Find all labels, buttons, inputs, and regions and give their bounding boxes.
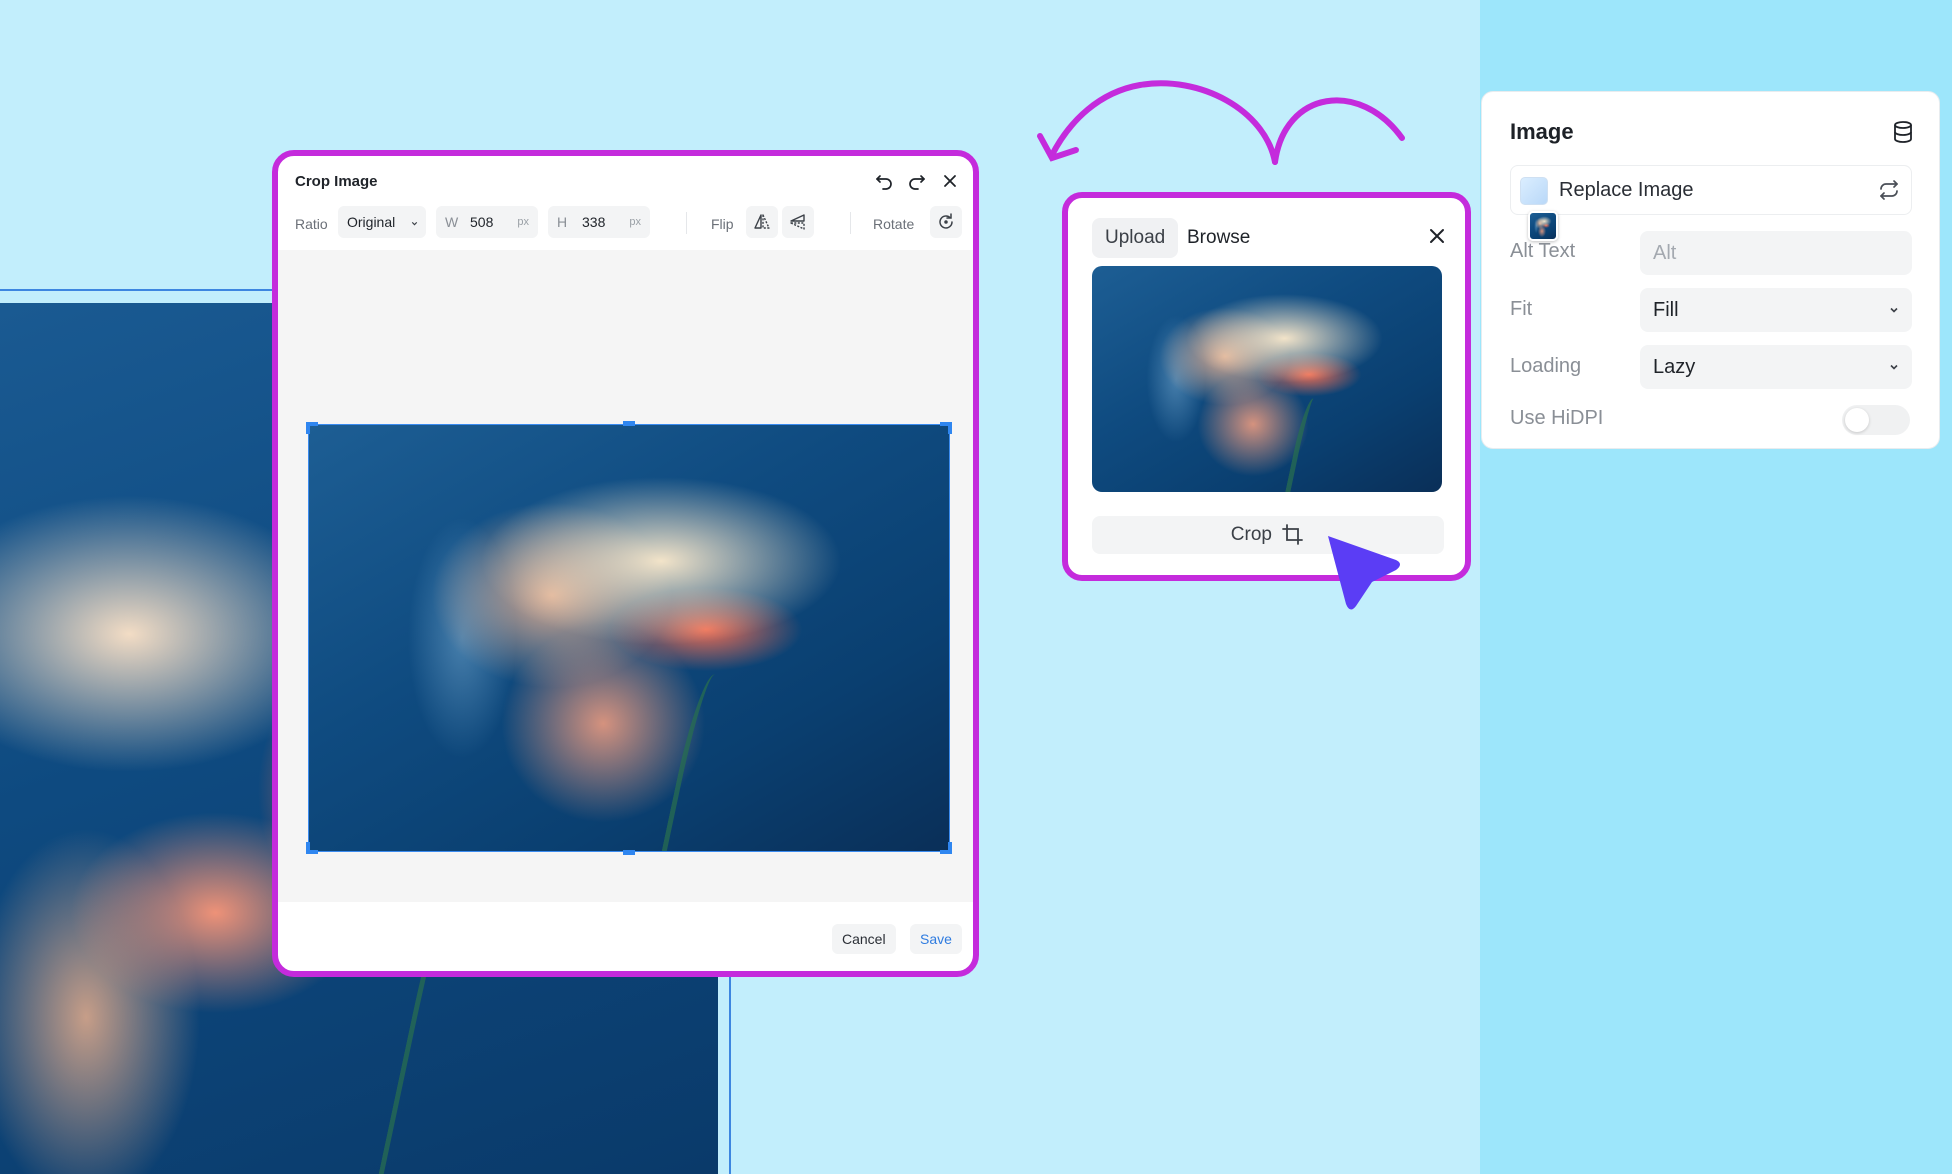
- ratio-value: Original: [347, 214, 396, 230]
- alt-text-placeholder: Alt: [1653, 242, 1677, 264]
- crop-handle-top[interactable]: [623, 421, 635, 426]
- chevron-down-icon: [1890, 364, 1898, 370]
- rotate-label: Rotate: [873, 216, 915, 232]
- width-input[interactable]: W 508 px: [436, 206, 538, 238]
- image-properties-panel: Image Replace Image Alt Text Alt Fit Fil…: [1481, 91, 1940, 449]
- width-value: 508: [470, 214, 494, 230]
- flip-vertical-icon: [790, 214, 805, 230]
- dialog-title: Crop Image: [295, 173, 378, 190]
- image-preview: [1092, 266, 1442, 492]
- chevron-down-icon: [411, 221, 418, 226]
- flip-label: Flip: [711, 216, 734, 232]
- save-button[interactable]: Save: [910, 924, 962, 954]
- cursor-pointer-icon: [1328, 536, 1400, 610]
- close-icon[interactable]: [1427, 226, 1447, 246]
- width-key: W: [445, 214, 459, 230]
- width-unit: px: [517, 216, 529, 228]
- rotate-button[interactable]: [930, 206, 962, 238]
- fit-label: Fit: [1510, 298, 1533, 320]
- fit-value: Fill: [1653, 299, 1679, 321]
- fit-select[interactable]: Fill: [1640, 288, 1912, 332]
- tab-browse[interactable]: Browse: [1174, 218, 1263, 258]
- image-thumbnail: [1520, 177, 1548, 205]
- hidpi-toggle[interactable]: [1842, 405, 1910, 435]
- flip-vertical-button[interactable]: [782, 206, 814, 238]
- cancel-button[interactable]: Cancel: [832, 924, 896, 954]
- canvas-guide-line: [0, 289, 280, 291]
- crop-handle-top-left[interactable]: [306, 422, 310, 434]
- chevron-down-icon: [1890, 307, 1898, 313]
- toggle-knob: [1845, 408, 1869, 432]
- alt-text-label: Alt Text: [1510, 240, 1576, 262]
- height-value: 338: [582, 214, 606, 230]
- crop-handle-bottom[interactable]: [623, 850, 635, 855]
- panel-title: Image: [1510, 119, 1574, 144]
- tab-upload[interactable]: Upload: [1092, 218, 1179, 258]
- loading-value: Lazy: [1653, 356, 1696, 378]
- toolbar-divider: [686, 212, 687, 234]
- height-unit: px: [629, 216, 641, 228]
- toolbar-divider: [850, 212, 851, 234]
- ratio-select[interactable]: Original: [338, 206, 426, 238]
- flip-horizontal-button[interactable]: [746, 206, 778, 238]
- dragged-image-thumbnail: [1528, 211, 1558, 241]
- flip-horizontal-icon: [754, 214, 770, 229]
- replace-image-label: Replace Image: [1559, 179, 1694, 201]
- database-icon[interactable]: [1891, 120, 1915, 144]
- canvas-guide-line: [729, 960, 731, 1174]
- crop-handle-bottom-right[interactable]: [948, 842, 952, 854]
- crop-handle-top-right[interactable]: [948, 422, 952, 434]
- crop-image-dialog: Crop Image Ratio Original W 508 px H 338…: [272, 150, 979, 977]
- hidpi-label: Use HiDPI: [1510, 407, 1604, 429]
- annotation-arrow: [1037, 80, 1405, 165]
- crop-handle-bottom-left[interactable]: [306, 842, 310, 854]
- loading-select[interactable]: Lazy: [1640, 345, 1912, 389]
- close-icon[interactable]: [940, 171, 960, 191]
- crop-label: Crop: [1230, 524, 1272, 545]
- image-source-popover: Upload Browse Crop: [1062, 192, 1471, 581]
- alt-text-input[interactable]: Alt: [1640, 231, 1912, 275]
- crop-selection-frame[interactable]: [308, 424, 950, 852]
- swap-icon[interactable]: [1877, 178, 1901, 202]
- rotate-icon: [939, 213, 953, 229]
- undo-icon[interactable]: [874, 171, 894, 191]
- loading-label: Loading: [1510, 355, 1582, 377]
- crop-icon: [1282, 524, 1304, 545]
- replace-image-button[interactable]: Replace Image: [1510, 165, 1912, 215]
- height-key: H: [557, 214, 568, 230]
- height-input[interactable]: H 338 px: [548, 206, 650, 238]
- ratio-label: Ratio: [295, 216, 328, 232]
- redo-icon[interactable]: [907, 171, 927, 191]
